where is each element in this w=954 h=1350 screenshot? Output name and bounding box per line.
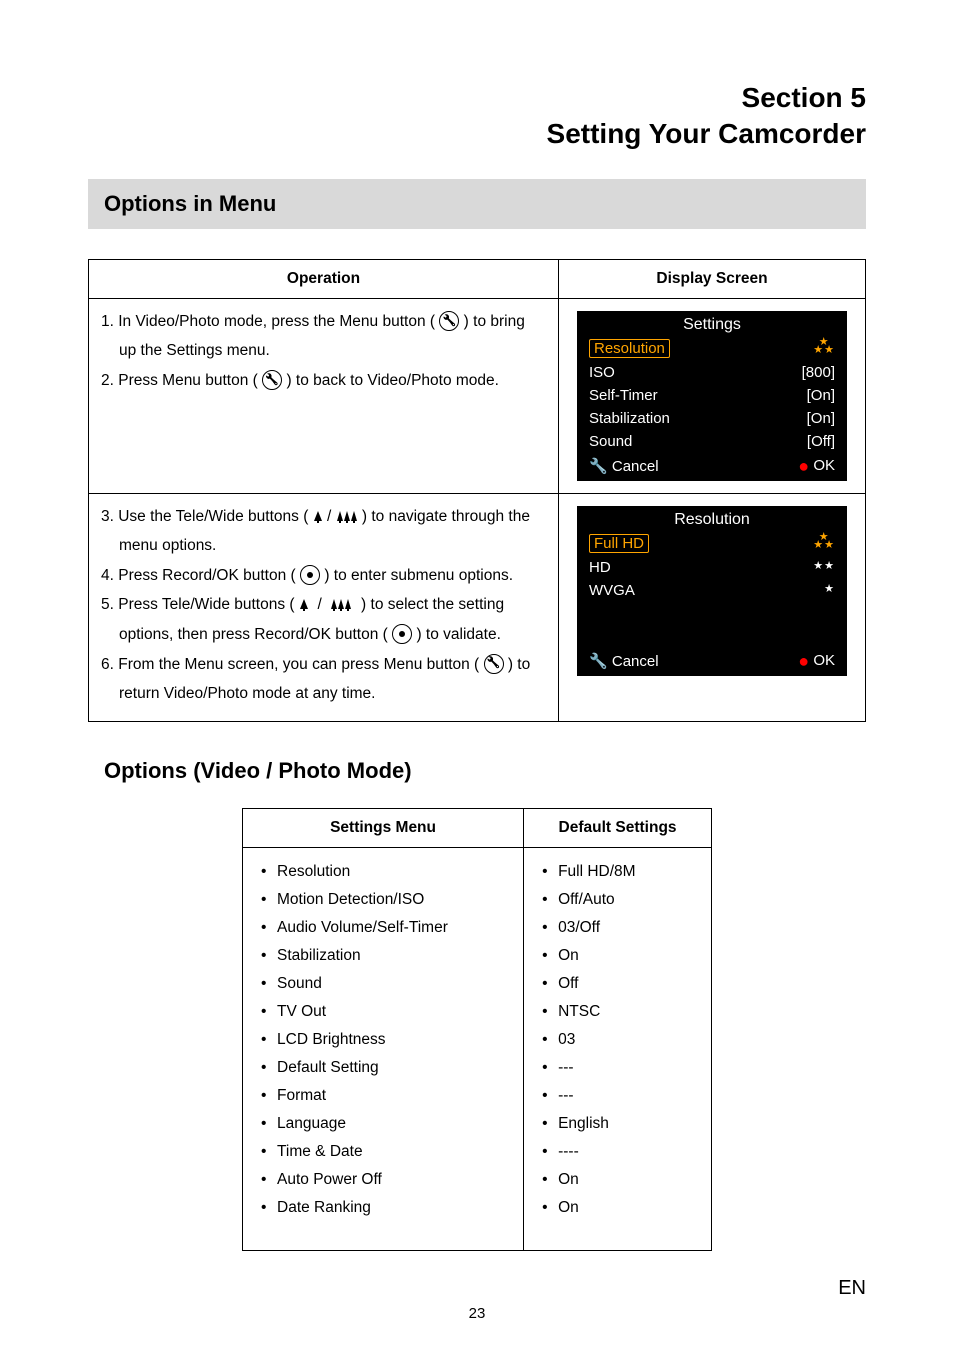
step-6-line2: return Video/Photo mode at any time. [101, 681, 546, 707]
tele-icon [313, 509, 323, 523]
display-cell-2: Resolution Full HD ★★★ HD ★★ WVGA ★ [559, 493, 866, 721]
lcd-cancel: 🔧 Cancel [589, 457, 659, 475]
lcd-row-resolution: Resolution ★★★ [577, 336, 847, 361]
lcd-footer: 🔧 Cancel ● OK [577, 453, 847, 481]
step-1-line1: 1. In Video/Photo mode, press the Menu b… [101, 309, 546, 335]
step-6-line1: 6. From the Menu screen, you can press M… [101, 652, 546, 678]
lcd-ok: ● OK [798, 652, 835, 670]
record-dot-icon: ● [798, 651, 809, 671]
lcd-row-sound: Sound [Off] [577, 430, 847, 453]
tele-icon [299, 597, 309, 611]
list-item: On [538, 1194, 697, 1222]
list-item: Format [257, 1082, 509, 1110]
lcd-resolution-screenshot: Resolution Full HD ★★★ HD ★★ WVGA ★ [577, 506, 847, 676]
lcd-ok: ● OK [798, 457, 835, 475]
step-2: 2. Press Menu button ( ) to back to Vide… [101, 368, 546, 394]
subheading-options-in-menu: Options in Menu [88, 179, 866, 229]
list-item: Sound [257, 970, 509, 998]
wrench-icon: 🔧 [589, 653, 608, 670]
list-item: Time & Date [257, 1138, 509, 1166]
list-item: Off/Auto [538, 886, 697, 914]
three-star-icon: ★★★ [813, 339, 835, 358]
col-header-operation: Operation [89, 259, 559, 298]
list-item: Stabilization [257, 942, 509, 970]
list-item: English [538, 1110, 697, 1138]
op-row-1: 1. In Video/Photo mode, press the Menu b… [89, 298, 866, 493]
wide-icon [336, 509, 358, 523]
step-5-line1: 5. Press Tele/Wide buttons ( / ) to sele… [101, 592, 546, 618]
lcd-row-hd: HD ★★ [577, 556, 847, 579]
settings-table: Settings Menu Default Settings Resolutio… [242, 808, 712, 1251]
operation-table: Operation Display Screen 1. In Video/Pho… [88, 259, 866, 722]
list-item: NTSC [538, 998, 697, 1026]
list-item: Audio Volume/Self-Timer [257, 914, 509, 942]
list-item: LCD Brightness [257, 1026, 509, 1054]
display-cell-1: Settings Resolution ★★★ ISO [800] Self-T… [559, 298, 866, 493]
list-item: On [538, 1166, 697, 1194]
step-5-line2: options, then press Record/OK button ( )… [101, 622, 546, 648]
language-label: EN [838, 1277, 866, 1300]
lcd-row-wvga: WVGA ★ [577, 579, 847, 602]
one-star-icon: ★ [824, 582, 835, 599]
op-cell-1: 1. In Video/Photo mode, press the Menu b… [89, 298, 559, 493]
list-item: 03/Off [538, 914, 697, 942]
list-item: Default Setting [257, 1054, 509, 1082]
step-4: 4. Press Record/OK button ( ) to enter s… [101, 563, 546, 589]
list-item: Motion Detection/ISO [257, 886, 509, 914]
settings-menu-cell: Resolution Motion Detection/ISO Audio Vo… [243, 847, 524, 1250]
list-item: Full HD/8M [538, 858, 697, 886]
op-row-2: 3. Use the Tele/Wide buttons ( / ) to na… [89, 493, 866, 721]
list-item: --- [538, 1082, 697, 1110]
section-number: Section 5 [742, 82, 866, 113]
record-ok-button-icon [392, 624, 412, 644]
section-title: Section 5 Setting Your Camcorder [88, 80, 866, 153]
default-settings-list: Full HD/8M Off/Auto 03/Off On Off NTSC 0… [538, 858, 697, 1222]
wide-icon [330, 597, 352, 611]
wrench-icon: 🔧 [589, 458, 608, 475]
list-item: Date Ranking [257, 1194, 509, 1222]
menu-button-icon [484, 654, 504, 674]
lcd-title: Resolution [577, 506, 847, 531]
two-star-icon: ★★ [813, 559, 835, 576]
lcd-row-stabilization: Stabilization [On] [577, 407, 847, 430]
menu-button-icon [439, 311, 459, 331]
subheading-options-video-photo: Options (Video / Photo Mode) [88, 758, 866, 784]
page-number: 23 [0, 1305, 954, 1322]
lcd-title: Settings [577, 311, 847, 336]
col-header-settings-menu: Settings Menu [243, 808, 524, 847]
record-ok-button-icon [300, 565, 320, 585]
lcd-row-iso: ISO [800] [577, 361, 847, 384]
record-dot-icon: ● [798, 456, 809, 476]
settings-menu-list: Resolution Motion Detection/ISO Audio Vo… [257, 858, 509, 1222]
default-settings-cell: Full HD/8M Off/Auto 03/Off On Off NTSC 0… [524, 847, 712, 1250]
lcd-row-selftimer: Self-Timer [On] [577, 384, 847, 407]
three-star-icon: ★★★ [813, 534, 835, 553]
step-3-line1: 3. Use the Tele/Wide buttons ( / ) to na… [101, 504, 546, 530]
list-item: Language [257, 1110, 509, 1138]
list-item: --- [538, 1054, 697, 1082]
list-item: 03 [538, 1026, 697, 1054]
lcd-settings-screenshot: Settings Resolution ★★★ ISO [800] Self-T… [577, 311, 847, 481]
list-item: On [538, 942, 697, 970]
op-cell-2: 3. Use the Tele/Wide buttons ( / ) to na… [89, 493, 559, 721]
page: Section 5 Setting Your Camcorder Options… [0, 0, 954, 1350]
col-header-display-screen: Display Screen [559, 259, 866, 298]
lcd-footer: 🔧 Cancel ● OK [577, 648, 847, 676]
list-item: TV Out [257, 998, 509, 1026]
list-item: Off [538, 970, 697, 998]
step-3-line2: menu options. [101, 533, 546, 559]
step-1-line2: up the Settings menu. [101, 338, 546, 364]
section-heading: Setting Your Camcorder [547, 118, 866, 149]
list-item: Auto Power Off [257, 1166, 509, 1194]
lcd-row-fullhd: Full HD ★★★ [577, 531, 847, 556]
menu-button-icon [262, 370, 282, 390]
lcd-cancel: 🔧 Cancel [589, 652, 659, 670]
col-header-default-settings: Default Settings [524, 808, 712, 847]
list-item: Resolution [257, 858, 509, 886]
list-item: ---- [538, 1138, 697, 1166]
